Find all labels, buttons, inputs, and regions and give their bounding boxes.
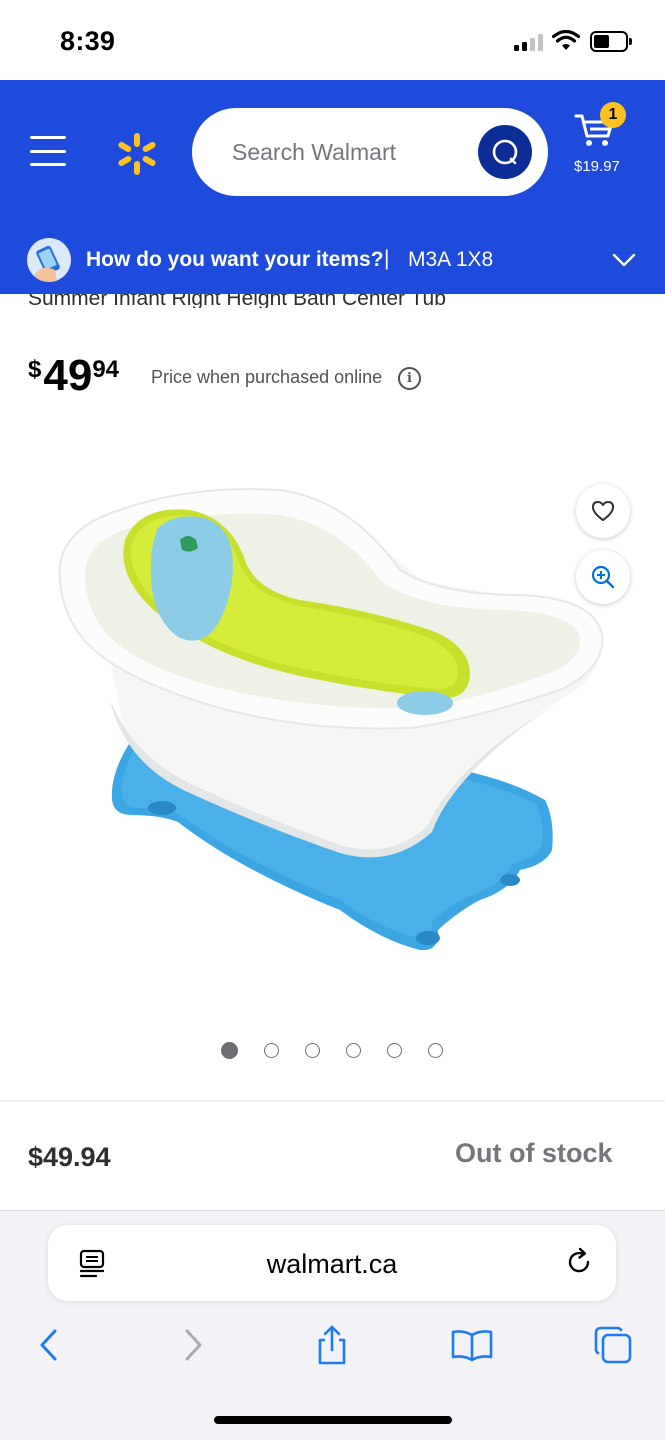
product-title-container: Summer Infant Right Height Bath Center T…: [0, 294, 665, 314]
address-bar[interactable]: walmart.ca: [48, 1225, 616, 1301]
section-divider: [0, 1100, 665, 1102]
search-bar[interactable]: [192, 108, 548, 196]
product-title: Summer Infant Right Height Bath Center T…: [28, 294, 446, 308]
wifi-icon: [552, 30, 580, 50]
bookmarks-button[interactable]: [450, 1323, 494, 1367]
price-dollars: 49: [43, 351, 93, 400]
heart-icon: [592, 501, 614, 521]
back-icon: [40, 1329, 57, 1361]
status-time: 8:39: [60, 26, 116, 56]
search-button[interactable]: [478, 125, 532, 179]
product-price: $ 49 94: [28, 350, 119, 402]
carousel-dot[interactable]: [221, 1042, 238, 1059]
menu-button[interactable]: [30, 136, 66, 166]
carousel-dot[interactable]: [264, 1043, 279, 1058]
browser-toolbar: walmart.ca: [0, 1210, 665, 1440]
delivery-question: How do you want your items?: [86, 248, 384, 271]
search-input[interactable]: [232, 134, 462, 170]
bookmarks-icon: [451, 1330, 493, 1362]
reload-icon[interactable]: [564, 1247, 594, 1277]
battery-icon: [590, 31, 632, 52]
cart-count-badge: 1: [600, 102, 626, 128]
forward-icon: [185, 1329, 202, 1361]
price-note: Price when purchased online: [151, 367, 383, 387]
zoom-in-icon: [591, 565, 615, 589]
status-bar: 8:39: [0, 0, 665, 80]
carousel-dot[interactable]: [346, 1043, 361, 1058]
delivery-options-bar[interactable]: How do you want your items? | M3A 1X8: [0, 228, 665, 294]
zoom-button[interactable]: [576, 550, 630, 604]
browser-nav-toolbar: [0, 1323, 665, 1373]
postal-code: M3A 1X8: [408, 248, 494, 271]
delivery-phone-icon: [27, 238, 71, 282]
walmart-spark-logo[interactable]: [113, 130, 161, 178]
image-carousel-dots: [221, 1042, 443, 1059]
chevron-down-icon[interactable]: [612, 252, 636, 268]
price-cents: 94: [92, 356, 120, 383]
delivery-separator: |: [384, 247, 390, 270]
availability-status: Out of stock: [455, 1138, 613, 1168]
sticky-price: $49.94: [28, 1142, 111, 1172]
url-text: walmart.ca: [266, 1249, 398, 1279]
carousel-dot[interactable]: [305, 1043, 320, 1058]
favorite-button[interactable]: [576, 484, 630, 538]
tabs-button[interactable]: [591, 1323, 635, 1367]
cellular-signal-icon: [514, 33, 543, 51]
carousel-dot[interactable]: [387, 1043, 402, 1058]
home-indicator[interactable]: [214, 1416, 452, 1424]
cart-total: $19.97: [574, 158, 620, 175]
product-image[interactable]: [40, 470, 620, 970]
carousel-dot[interactable]: [428, 1043, 443, 1058]
share-button[interactable]: [310, 1323, 354, 1367]
tabs-icon: [594, 1326, 632, 1364]
back-button[interactable]: [27, 1323, 71, 1367]
forward-button[interactable]: [171, 1323, 215, 1367]
price-currency: $: [28, 356, 42, 383]
share-icon: [318, 1325, 346, 1365]
info-icon[interactable]: i: [398, 367, 421, 390]
search-icon: [492, 139, 518, 165]
cart-button[interactable]: 1 $19.97: [572, 100, 632, 180]
